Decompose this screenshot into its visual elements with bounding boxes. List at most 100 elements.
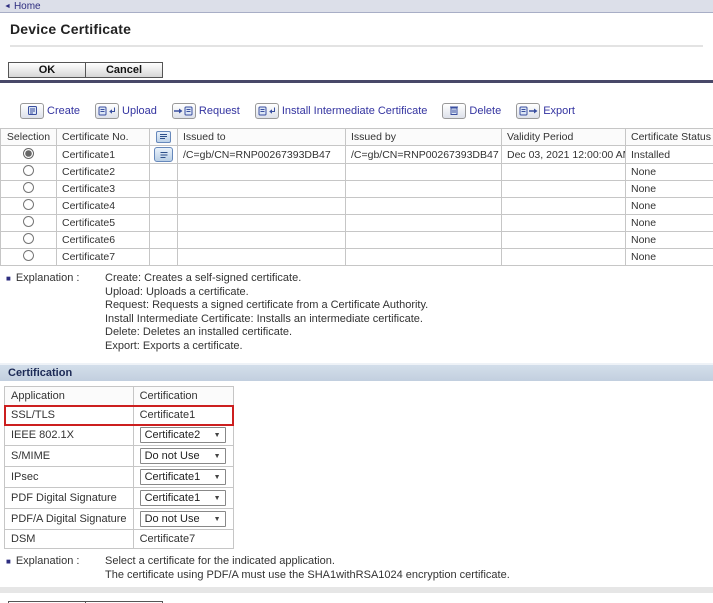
issued-to — [178, 164, 346, 181]
issued-by — [346, 181, 502, 198]
table-header-row: Selection Certificate No. Issued to Issu… — [1, 129, 713, 146]
install-intermediate-certificate-button[interactable]: Install Intermediate Certificate — [255, 103, 428, 119]
certification-table: Application Certification SSL/TLS Certif… — [4, 386, 234, 549]
home-link[interactable]: ◄ Home — [4, 1, 41, 12]
explanation-label: Explanation : — [16, 555, 80, 582]
application-name: IPsec — [5, 467, 134, 488]
explanation-line: Request: Requests a signed certificate f… — [105, 299, 428, 313]
smime-certification-select[interactable]: Do not Use ▼ — [140, 448, 226, 464]
certificate-no: Certificate5 — [57, 215, 150, 232]
certificate-row-1: Certificate1 /C=gb/CN=RNP00267393DB47 /C… — [1, 146, 713, 164]
certificate-toolbar: Create Upload Request Install Intermedia… — [20, 102, 713, 119]
validity-period — [502, 198, 626, 215]
section-divider — [0, 80, 713, 83]
upload-button[interactable]: Upload — [95, 103, 157, 119]
application-name: PDF/A Digital Signature — [5, 509, 134, 530]
page-header: Device Certificate — [0, 13, 713, 47]
certificate-no: Certificate3 — [57, 181, 150, 198]
ieee-8021x-certification-select[interactable]: Certificate2 ▼ — [140, 427, 226, 443]
certification-row-smime: S/MIME Do not Use ▼ — [5, 446, 234, 467]
validity-period — [502, 164, 626, 181]
certificate3-radio[interactable] — [23, 182, 34, 193]
explanation-top: ■ Explanation : Create: Creates a self-s… — [6, 272, 713, 353]
issued-to — [178, 181, 346, 198]
certificate-no: Certificate1 — [57, 146, 150, 164]
certificate-row-2: Certificate2 None — [1, 164, 713, 181]
col-certificate-status: Certificate Status — [626, 129, 713, 146]
bullet-square-icon: ■ — [6, 272, 11, 353]
export-button[interactable]: Export — [516, 103, 575, 119]
back-arrow-icon: ◄ — [4, 3, 11, 10]
explanation-line: Export: Exports a certificate. — [105, 340, 428, 354]
explanation-line: Upload: Uploads a certificate. — [105, 286, 428, 300]
certificate-no: Certificate2 — [57, 164, 150, 181]
validity-period: Dec 03, 2021 12:00:00 AM — [502, 146, 626, 164]
col-certification: Certification — [133, 387, 233, 406]
home-link-label: Home — [14, 1, 41, 12]
col-validity-period: Validity Period — [502, 129, 626, 146]
certificate-status: None — [626, 215, 713, 232]
col-issued-by: Issued by — [346, 129, 502, 146]
certificate4-radio[interactable] — [23, 199, 34, 210]
issued-by: /C=gb/CN=RNP00267393DB47 — [346, 146, 502, 164]
delete-label: Delete — [469, 105, 501, 117]
issued-by — [346, 198, 502, 215]
ipsec-certification-select[interactable]: Certificate1 ▼ — [140, 469, 226, 485]
certificate-no: Certificate4 — [57, 198, 150, 215]
col-selection: Selection — [1, 129, 57, 146]
issued-to: /C=gb/CN=RNP00267393DB47 — [178, 146, 346, 164]
request-icon — [172, 103, 196, 119]
certificate-row-7: Certificate7 None — [1, 249, 713, 266]
application-name: DSM — [5, 530, 134, 549]
chevron-down-icon: ▼ — [214, 432, 221, 439]
certification-row-dsm: DSM Certificate7 — [5, 530, 234, 549]
issued-to — [178, 249, 346, 266]
certificate-row-6: Certificate6 None — [1, 232, 713, 249]
certification-row-ipsec: IPsec Certificate1 ▼ — [5, 467, 234, 488]
details-icon — [156, 131, 171, 143]
title-divider — [10, 45, 703, 47]
certification-row-pdfa-digital-signature: PDF/A Digital Signature Do not Use ▼ — [5, 509, 234, 530]
pdfa-digital-signature-certification-select[interactable]: Do not Use ▼ — [140, 511, 226, 527]
validity-period — [502, 215, 626, 232]
selected-value: Certificate2 — [145, 429, 201, 441]
cancel-button[interactable]: Cancel — [85, 63, 162, 77]
explanation-line: Delete: Deletes an installed certificate… — [105, 326, 428, 340]
certificate-status: None — [626, 164, 713, 181]
certificate-no: Certificate6 — [57, 232, 150, 249]
col-application: Application — [5, 387, 134, 406]
delete-button[interactable]: Delete — [442, 103, 501, 119]
certificate-status: Installed — [626, 146, 713, 164]
certificate-table: Selection Certificate No. Issued to Issu… — [0, 128, 713, 266]
ssl-tls-certification-value: Certificate1 — [133, 406, 233, 425]
explanation-label: Explanation : — [16, 272, 80, 353]
create-icon — [20, 103, 44, 119]
export-icon — [516, 103, 540, 119]
create-button[interactable]: Create — [20, 103, 80, 119]
certification-section-title: Certification — [8, 367, 72, 379]
issued-by — [346, 232, 502, 249]
explanation-bottom: ■ Explanation : Select a certificate for… — [6, 555, 713, 582]
explanation-line: Install Intermediate Certificate: Instal… — [105, 313, 428, 327]
explanation-line: Create: Creates a self-signed certificat… — [105, 272, 428, 286]
breadcrumb-bar: ◄ Home — [0, 0, 713, 13]
selected-value: Do not Use — [145, 513, 200, 525]
certificate6-radio[interactable] — [23, 233, 34, 244]
issued-by — [346, 249, 502, 266]
certificate1-details-button[interactable] — [154, 147, 173, 162]
certificate2-radio[interactable] — [23, 165, 34, 176]
certificate1-radio[interactable] — [23, 148, 34, 159]
request-button[interactable]: Request — [172, 103, 240, 119]
certificate-status: None — [626, 232, 713, 249]
install-intermediate-certificate-icon — [255, 103, 279, 119]
certificate5-radio[interactable] — [23, 216, 34, 227]
ok-button[interactable]: OK — [9, 63, 85, 77]
application-name: PDF Digital Signature — [5, 488, 134, 509]
certificate7-radio[interactable] — [23, 250, 34, 261]
certification-row-ieee-8021x: IEEE 802.1X Certificate2 ▼ — [5, 425, 234, 446]
chevron-down-icon: ▼ — [214, 516, 221, 523]
certification-header-row: Application Certification — [5, 387, 234, 406]
top-action-row: OK Cancel — [8, 62, 713, 78]
certificate-row-3: Certificate3 None — [1, 181, 713, 198]
pdf-digital-signature-certification-select[interactable]: Certificate1 ▼ — [140, 490, 226, 506]
